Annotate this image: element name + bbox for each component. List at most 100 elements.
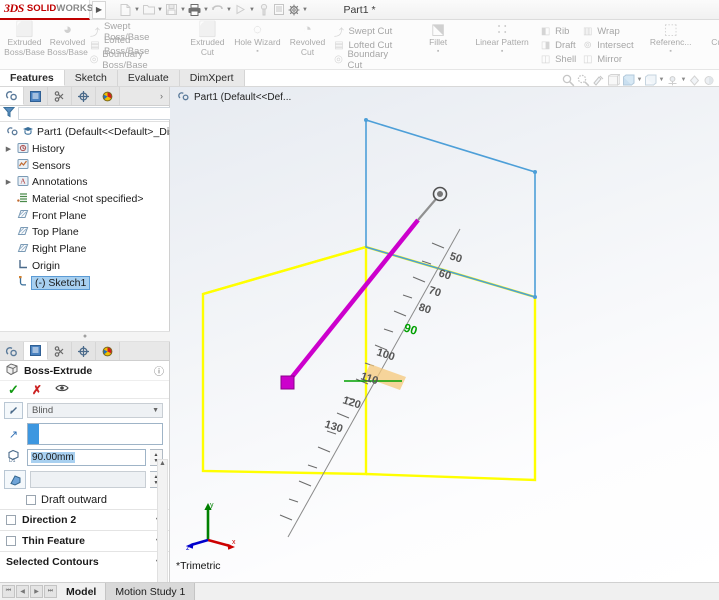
configuration-manager-tab[interactable] — [48, 87, 72, 105]
extrude-drag-handle[interactable] — [280, 186, 448, 390]
drag-handle-grip[interactable] — [280, 375, 295, 390]
linear-pattern-button[interactable]: ∷ Linear Pattern ▪ — [465, 22, 539, 57]
tree-item-top-plane[interactable]: Top Plane — [3, 224, 169, 241]
configuration-manager-tab[interactable] — [48, 342, 72, 360]
display-manager-tab[interactable] — [96, 87, 120, 105]
draft-angle-input[interactable] — [30, 471, 146, 488]
draft-button[interactable]: ◨ Draft — [539, 39, 576, 52]
hide-show-items-icon[interactable] — [643, 73, 658, 88]
settings-gear-icon[interactable] — [286, 2, 301, 18]
boundary-cut-button[interactable]: ◎ Boundary Cut — [332, 49, 401, 71]
graphics-viewport[interactable]: Part1 (Default<<Def... 50 60 70 80 90 10… — [170, 87, 719, 582]
panel-tabs-more-button[interactable] — [120, 342, 169, 360]
reverse-direction-button[interactable] — [4, 402, 23, 419]
dimxpert-manager-tab[interactable] — [72, 87, 96, 105]
wrap-button[interactable]: ▥ Wrap — [581, 25, 633, 38]
reference-geometry-button[interactable]: ⬚ Referenc... ▪ — [644, 22, 698, 57]
draft-on-off-button[interactable] — [4, 470, 26, 489]
depth-input[interactable]: 90.00mm — [27, 449, 146, 466]
open-document-icon[interactable] — [141, 2, 156, 18]
help-icon[interactable]: ⓘ — [154, 363, 164, 378]
display-style-caret-icon[interactable]: ▼ — [636, 77, 643, 83]
tree-item-annotations[interactable]: ▶ A Annotations — [3, 174, 169, 191]
preview-eye-icon[interactable] — [55, 383, 69, 396]
scroll-up-icon[interactable]: ▲ — [159, 460, 166, 467]
expander-icon[interactable]: ▶ — [4, 178, 13, 186]
swept-cut-button[interactable]: ⤴ Swept Cut — [332, 25, 401, 39]
cancel-button[interactable]: ✗ — [32, 383, 42, 397]
measure-icon[interactable] — [256, 2, 271, 18]
nav-prev-button[interactable]: ◀ — [16, 585, 29, 598]
tab-dimxpert[interactable]: DimXpert — [179, 70, 245, 86]
appearance-icon[interactable] — [702, 73, 717, 88]
display-manager-tab[interactable] — [96, 342, 120, 360]
print-icon[interactable] — [187, 2, 202, 18]
fillet-button[interactable]: ⬔ Fillet ▪ — [411, 22, 465, 57]
shell-button[interactable]: ◫ Shell — [539, 53, 576, 66]
expander-icon[interactable]: ▶ — [4, 145, 13, 153]
open-document-caret-icon[interactable]: ▼ — [156, 7, 164, 13]
rebuild-icon[interactable] — [233, 2, 248, 18]
section-view-icon[interactable] — [591, 73, 606, 88]
revolved-cut-button[interactable]: ◔ Revolved Cut — [282, 22, 332, 57]
undo-caret-icon[interactable]: ▼ — [225, 7, 233, 13]
section-selected-contours[interactable]: Selected Contours ▼ — [0, 551, 169, 572]
tree-item-material[interactable]: Material <not specified> — [3, 191, 169, 208]
property-manager-tab[interactable] — [24, 87, 48, 105]
section-thin-feature[interactable]: Thin Feature ▼ — [0, 530, 169, 551]
nav-next-button[interactable]: ▶ — [30, 585, 43, 598]
hole-wizard-button[interactable]: ◌ Hole Wizard ▪ — [232, 22, 282, 57]
hole-wizard-dropdown-dot[interactable]: ▪ — [256, 47, 258, 57]
view-settings-icon[interactable] — [687, 73, 702, 88]
nav-last-button[interactable]: ⏭ — [44, 585, 57, 598]
tree-item-history[interactable]: ▶ History — [3, 141, 169, 158]
section-direction-2[interactable]: Direction 2 ▼ — [0, 509, 169, 530]
display-style-icon[interactable] — [621, 73, 636, 88]
drag-handle-shaft[interactable] — [286, 218, 420, 384]
save-icon[interactable] — [164, 2, 179, 18]
tree-item-sensors[interactable]: Sensors — [3, 157, 169, 174]
extruded-boss-base-button[interactable]: ⬜ Extruded Boss/Base — [3, 22, 46, 57]
dimxpert-manager-tab[interactable] — [72, 342, 96, 360]
menu-expand-arrow[interactable]: ▶ — [92, 0, 106, 19]
linear-pattern-dropdown-dot[interactable]: ▪ — [501, 47, 503, 57]
rib-button[interactable]: ◧ Rib — [539, 25, 576, 38]
tree-item-front-plane[interactable]: Front Plane — [3, 207, 169, 224]
accept-button[interactable]: ✓ — [8, 382, 19, 398]
undo-icon[interactable] — [210, 2, 225, 18]
extruded-cut-button[interactable]: ⬜ Extruded Cut — [182, 22, 232, 57]
nav-first-button[interactable]: ⏮ — [2, 585, 15, 598]
tab-features[interactable]: Features — [0, 70, 65, 86]
direction-2-checkbox[interactable] — [6, 515, 16, 525]
zoom-to-area-icon[interactable] — [576, 73, 591, 88]
settings-caret-icon[interactable]: ▼ — [301, 7, 309, 13]
view-orientation-icon[interactable] — [606, 73, 621, 88]
print-caret-icon[interactable]: ▼ — [202, 7, 210, 13]
draft-outward-checkbox[interactable] — [26, 495, 36, 505]
tree-item-sketch1[interactable]: (-) Sketch1 — [3, 274, 169, 291]
reference-geometry-dropdown-dot[interactable]: ▪ — [669, 47, 671, 57]
mirror-button[interactable]: ◫ Mirror — [581, 53, 633, 66]
curves-button[interactable]: ⥀ Curves ▪ — [698, 22, 719, 57]
boundary-boss-base-button[interactable]: ◎ Boundary Boss/Base — [89, 49, 172, 71]
intersect-button[interactable]: ⊚ Intersect — [581, 39, 634, 52]
panel-splitter[interactable]: ● — [0, 331, 170, 342]
tab-motion-study-1[interactable]: Motion Study 1 — [106, 583, 196, 600]
viewport-breadcrumb[interactable]: Part1 (Default<<Def... — [178, 90, 291, 105]
property-manager-tab[interactable] — [24, 342, 48, 360]
end-condition-dropdown[interactable]: Blind ▼ — [27, 403, 163, 418]
new-document-caret-icon[interactable]: ▼ — [133, 7, 141, 13]
thin-feature-checkbox[interactable] — [6, 536, 16, 546]
apply-scene-icon[interactable] — [665, 73, 680, 88]
apply-scene-caret-icon[interactable]: ▼ — [680, 77, 687, 83]
tab-sketch[interactable]: Sketch — [64, 70, 118, 86]
property-manager-scrollbar[interactable]: ▲ ▼ — [157, 459, 168, 600]
tab-model[interactable]: Model — [57, 583, 107, 600]
tab-evaluate[interactable]: Evaluate — [117, 70, 180, 86]
rebuild-caret-icon[interactable]: ▼ — [248, 7, 256, 13]
filter-icon[interactable] — [2, 106, 16, 121]
save-caret-icon[interactable]: ▼ — [179, 7, 187, 13]
hide-show-caret-icon[interactable]: ▼ — [658, 77, 665, 83]
panel-tabs-more-button[interactable]: › — [120, 87, 169, 105]
fillet-dropdown-dot[interactable]: ▪ — [437, 47, 439, 57]
